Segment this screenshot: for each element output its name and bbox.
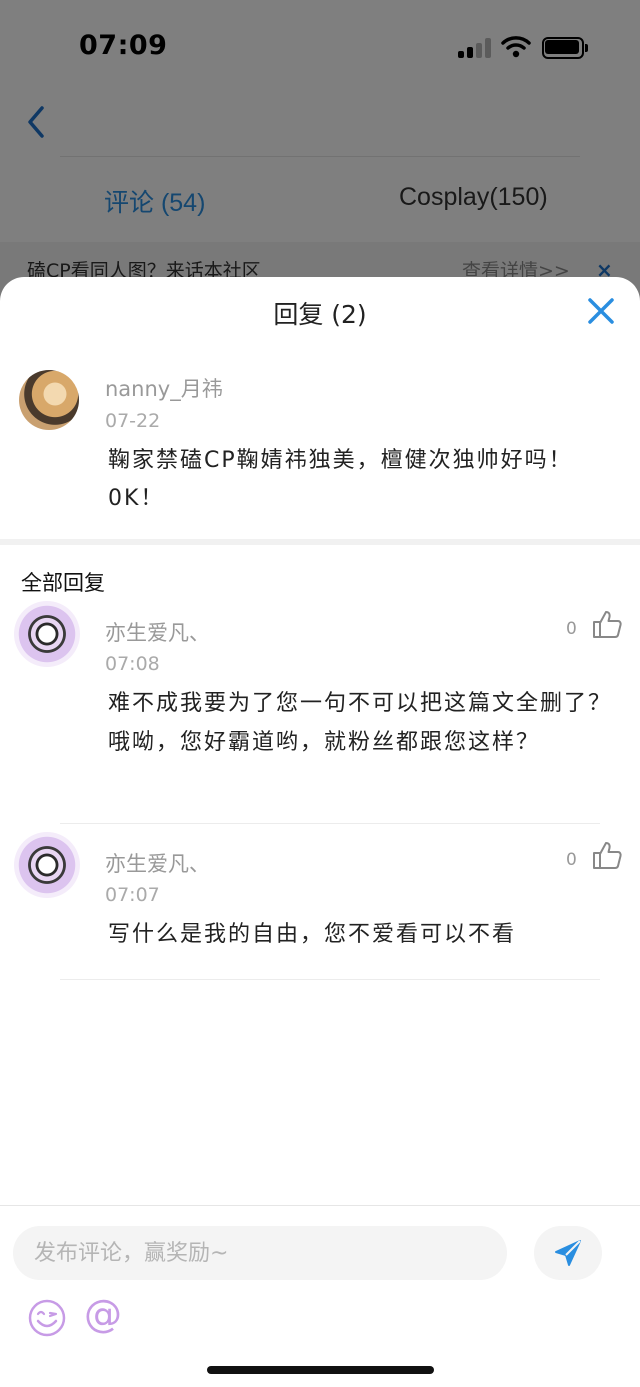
emoji-icon[interactable] xyxy=(27,1298,67,1338)
like-count: 0 xyxy=(566,619,577,639)
thumbs-up-icon[interactable] xyxy=(591,609,623,639)
avatar[interactable] xyxy=(19,370,79,430)
reply-divider xyxy=(60,979,600,980)
thumbs-up-icon[interactable] xyxy=(591,840,623,870)
home-indicator xyxy=(207,1366,434,1374)
reply-divider xyxy=(60,823,600,824)
reply-sheet: 回复 (2) nanny_月祎 07-22 鞠家禁磕CP鞠婧祎独美，檀健次独帅好… xyxy=(0,277,640,1387)
section-divider xyxy=(0,539,640,545)
reply-text: 写什么是我的自由，您不爱看可以不看 xyxy=(108,922,517,947)
reply-date: 07:07 xyxy=(105,884,160,906)
sheet-title: 回复 (2) xyxy=(273,300,367,329)
close-icon[interactable] xyxy=(585,295,617,327)
comment-author[interactable]: nanny_月祎 xyxy=(105,373,223,403)
like-count: 0 xyxy=(566,850,577,870)
avatar[interactable] xyxy=(14,832,80,898)
all-replies-heading: 全部回复 xyxy=(21,571,105,595)
reply-author[interactable]: 亦生爱凡、 xyxy=(105,848,210,878)
send-button[interactable] xyxy=(534,1226,602,1280)
comment-text: 鞠家禁磕CP鞠婧祎独美，檀健次独帅好吗！0K！ xyxy=(108,448,573,511)
mention-button[interactable]: @ xyxy=(84,1292,122,1336)
comment-date: 07-22 xyxy=(105,410,161,432)
reply-text: 难不成我要为了您一句不可以把这篇文全删了？哦呦，您好霸道哟，就粉丝都跟您这样？ xyxy=(108,691,613,755)
comment-input[interactable] xyxy=(13,1226,507,1280)
reply-author[interactable]: 亦生爱凡、 xyxy=(105,617,210,647)
comment-composer: @ xyxy=(0,1205,640,1387)
send-icon xyxy=(555,1240,581,1266)
avatar[interactable] xyxy=(14,601,80,667)
reply-date: 07:08 xyxy=(105,653,160,675)
